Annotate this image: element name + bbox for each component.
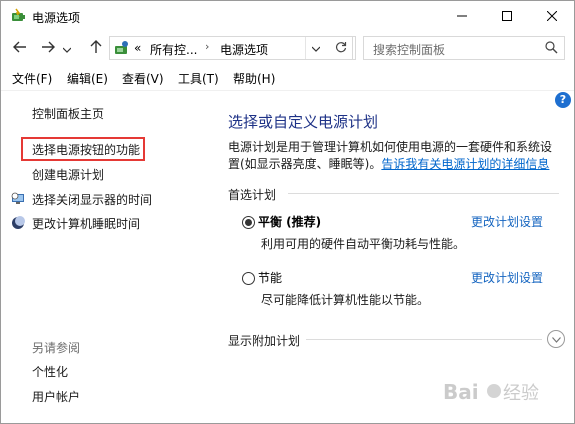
refresh-icon bbox=[335, 41, 347, 56]
maximize-button[interactable] bbox=[484, 1, 529, 31]
search-box[interactable]: 搜索控制面板 bbox=[363, 36, 565, 60]
power-options-icon bbox=[10, 8, 26, 24]
plan-balanced-description: 利用可用的硬件自动平衡功耗与性能。 bbox=[261, 237, 466, 251]
close-button[interactable] bbox=[529, 1, 574, 31]
plan-power-saver-description: 尽可能降低计算机性能以节能。 bbox=[261, 293, 430, 307]
menu-tools[interactable]: 工具(T) bbox=[178, 70, 219, 87]
menu-help[interactable]: 帮助(H) bbox=[233, 70, 275, 87]
menu-file[interactable]: 文件(F) bbox=[12, 70, 52, 87]
search-placeholder[interactable]: 搜索控制面板 bbox=[373, 41, 445, 58]
maximize-icon bbox=[501, 11, 512, 21]
sidebar-item-sleep-time[interactable]: 更改计算机睡眠时间 bbox=[32, 215, 140, 232]
preferred-plans-heading: 首选计划 bbox=[228, 188, 277, 202]
breadcrumb-separator-icon[interactable]: › bbox=[205, 40, 209, 53]
breadcrumb-all-control-panel[interactable]: 所有控... bbox=[150, 41, 197, 58]
sidebar-item-power-button[interactable]: 选择电源按钮的功能 bbox=[32, 141, 140, 158]
menu-bar: 文件(F) 编辑(E) 查看(V) 工具(T) 帮助(H) bbox=[1, 67, 574, 89]
back-button[interactable] bbox=[10, 38, 30, 58]
page-title: 选择或自定义电源计划 bbox=[228, 113, 379, 131]
sleep-moon-icon bbox=[11, 216, 25, 230]
breadcrumb-power-options[interactable]: 电源选项 bbox=[220, 41, 268, 58]
menu-view[interactable]: 查看(V) bbox=[122, 70, 164, 87]
menu-divider bbox=[1, 90, 574, 91]
see-also-heading: 另请参阅 bbox=[32, 341, 81, 355]
sidebar-item-display-off-time[interactable]: 选择关闭显示器的时间 bbox=[32, 191, 152, 208]
close-icon bbox=[546, 11, 557, 21]
sidebar-item-control-panel-home[interactable]: 控制面板主页 bbox=[32, 105, 104, 122]
window-title: 电源选项 bbox=[32, 11, 81, 25]
plan-balanced-radio[interactable] bbox=[242, 216, 255, 229]
plan-power-saver-radio[interactable] bbox=[242, 272, 255, 285]
arrow-up-icon bbox=[90, 39, 102, 57]
address-overflow[interactable]: « bbox=[134, 41, 141, 55]
see-also-user-accounts[interactable]: 用户帐户 bbox=[32, 388, 80, 405]
title-bar: 电源选项 bbox=[1, 1, 574, 31]
plan-power-saver-change-settings-link[interactable]: 更改计划设置 bbox=[471, 269, 543, 286]
plan-power-saver-name[interactable]: 节能 bbox=[258, 269, 282, 286]
preferred-plans-divider bbox=[288, 193, 559, 194]
sidebar-item-create-plan[interactable]: 创建电源计划 bbox=[32, 166, 104, 183]
menu-edit[interactable]: 编辑(E) bbox=[67, 70, 108, 87]
help-icon: ? bbox=[559, 93, 567, 106]
minimize-button[interactable] bbox=[439, 1, 484, 31]
additional-plans-divider bbox=[306, 339, 542, 340]
learn-more-link[interactable]: 告诉我有关电源计划的详细信息 bbox=[381, 157, 549, 171]
expand-additional-plans-button[interactable] bbox=[547, 330, 565, 348]
refresh-button[interactable] bbox=[329, 36, 353, 60]
svg-text:经验: 经验 bbox=[503, 383, 539, 404]
chevron-down-icon bbox=[311, 41, 321, 55]
address-dropdown-button[interactable] bbox=[305, 37, 326, 59]
forward-button[interactable] bbox=[38, 38, 58, 58]
watermark: Bai 经验 bbox=[441, 373, 561, 416]
control-panel-icon bbox=[114, 40, 130, 56]
chevron-down-icon bbox=[551, 332, 561, 346]
recent-locations-button[interactable] bbox=[61, 39, 73, 59]
power-options-window: 电源选项 « 所有控... › 电源选项 搜索控制面板 文件(F) 编辑(E) … bbox=[0, 0, 575, 424]
plan-balanced-change-settings-link[interactable]: 更改计划设置 bbox=[471, 213, 543, 230]
additional-plans-heading[interactable]: 显示附加计划 bbox=[228, 332, 300, 349]
chevron-down-icon bbox=[62, 42, 72, 56]
search-icon[interactable] bbox=[545, 41, 558, 57]
page-description: 电源计划是用于管理计算机如何使用电源的一套硬件和系统设置(如显示器亮度、睡眠等)… bbox=[228, 139, 563, 173]
plan-balanced-name[interactable]: 平衡 (推荐) bbox=[258, 213, 321, 230]
up-button[interactable] bbox=[86, 38, 106, 58]
help-button[interactable]: ? bbox=[555, 92, 571, 108]
display-time-icon bbox=[11, 192, 25, 206]
minimize-icon bbox=[456, 11, 467, 21]
arrow-right-icon bbox=[41, 41, 55, 56]
radio-selected-dot bbox=[245, 219, 252, 226]
svg-text:Bai: Bai bbox=[443, 380, 479, 404]
see-also-personalization[interactable]: 个性化 bbox=[32, 363, 68, 380]
arrow-left-icon bbox=[13, 41, 27, 56]
